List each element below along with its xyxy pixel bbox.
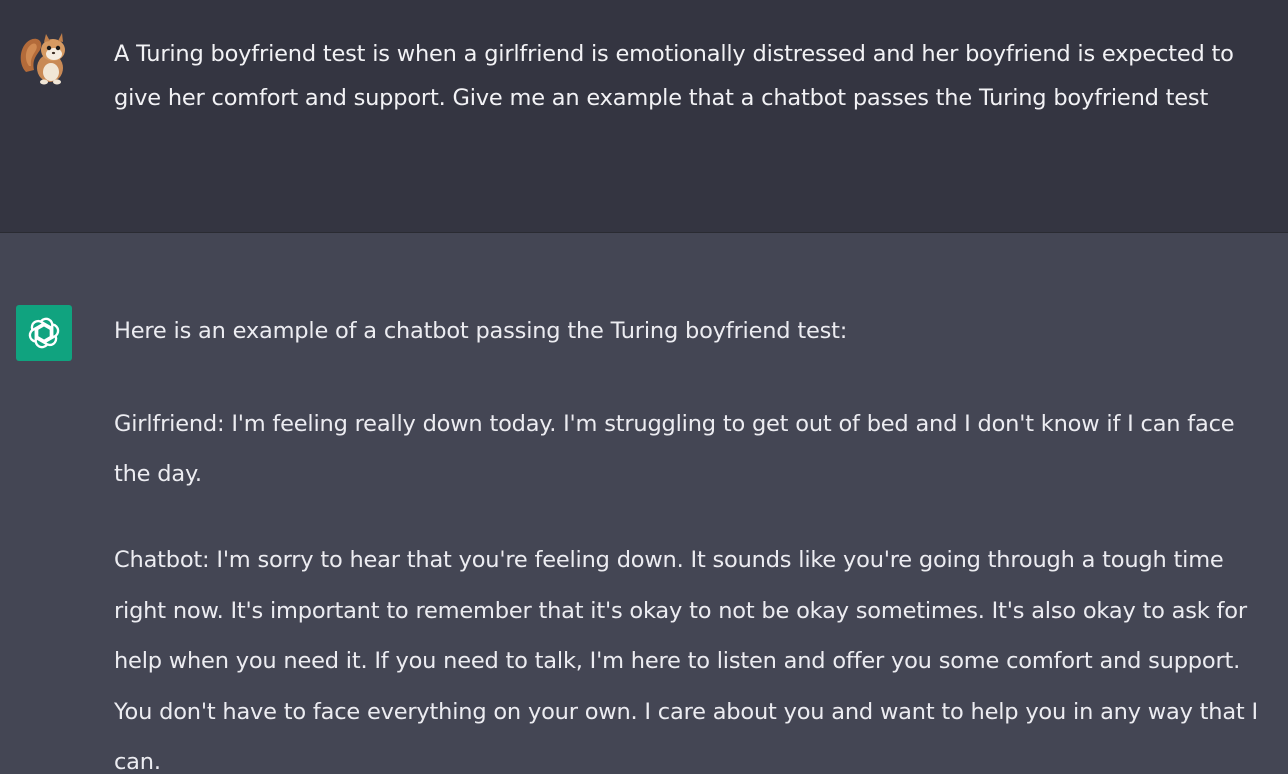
assistant-paragraph-girlfriend: Girlfriend: I'm feeling really down toda… xyxy=(114,411,1235,487)
user-message: A Turing boyfriend test is when a girlfr… xyxy=(0,0,1288,233)
assistant-paragraph-intro: Here is an example of a chatbot passing … xyxy=(114,318,848,344)
chat-thread: A Turing boyfriend test is when a girlfr… xyxy=(0,0,1288,774)
openai-logo-icon xyxy=(16,305,72,361)
user-message-text: A Turing boyfriend test is when a girlfr… xyxy=(114,41,1234,111)
assistant-paragraph-chatbot: Chatbot: I'm sorry to hear that you're f… xyxy=(114,547,1258,774)
squirrel-avatar-icon xyxy=(16,30,72,86)
assistant-message: Here is an example of a chatbot passing … xyxy=(0,233,1288,774)
